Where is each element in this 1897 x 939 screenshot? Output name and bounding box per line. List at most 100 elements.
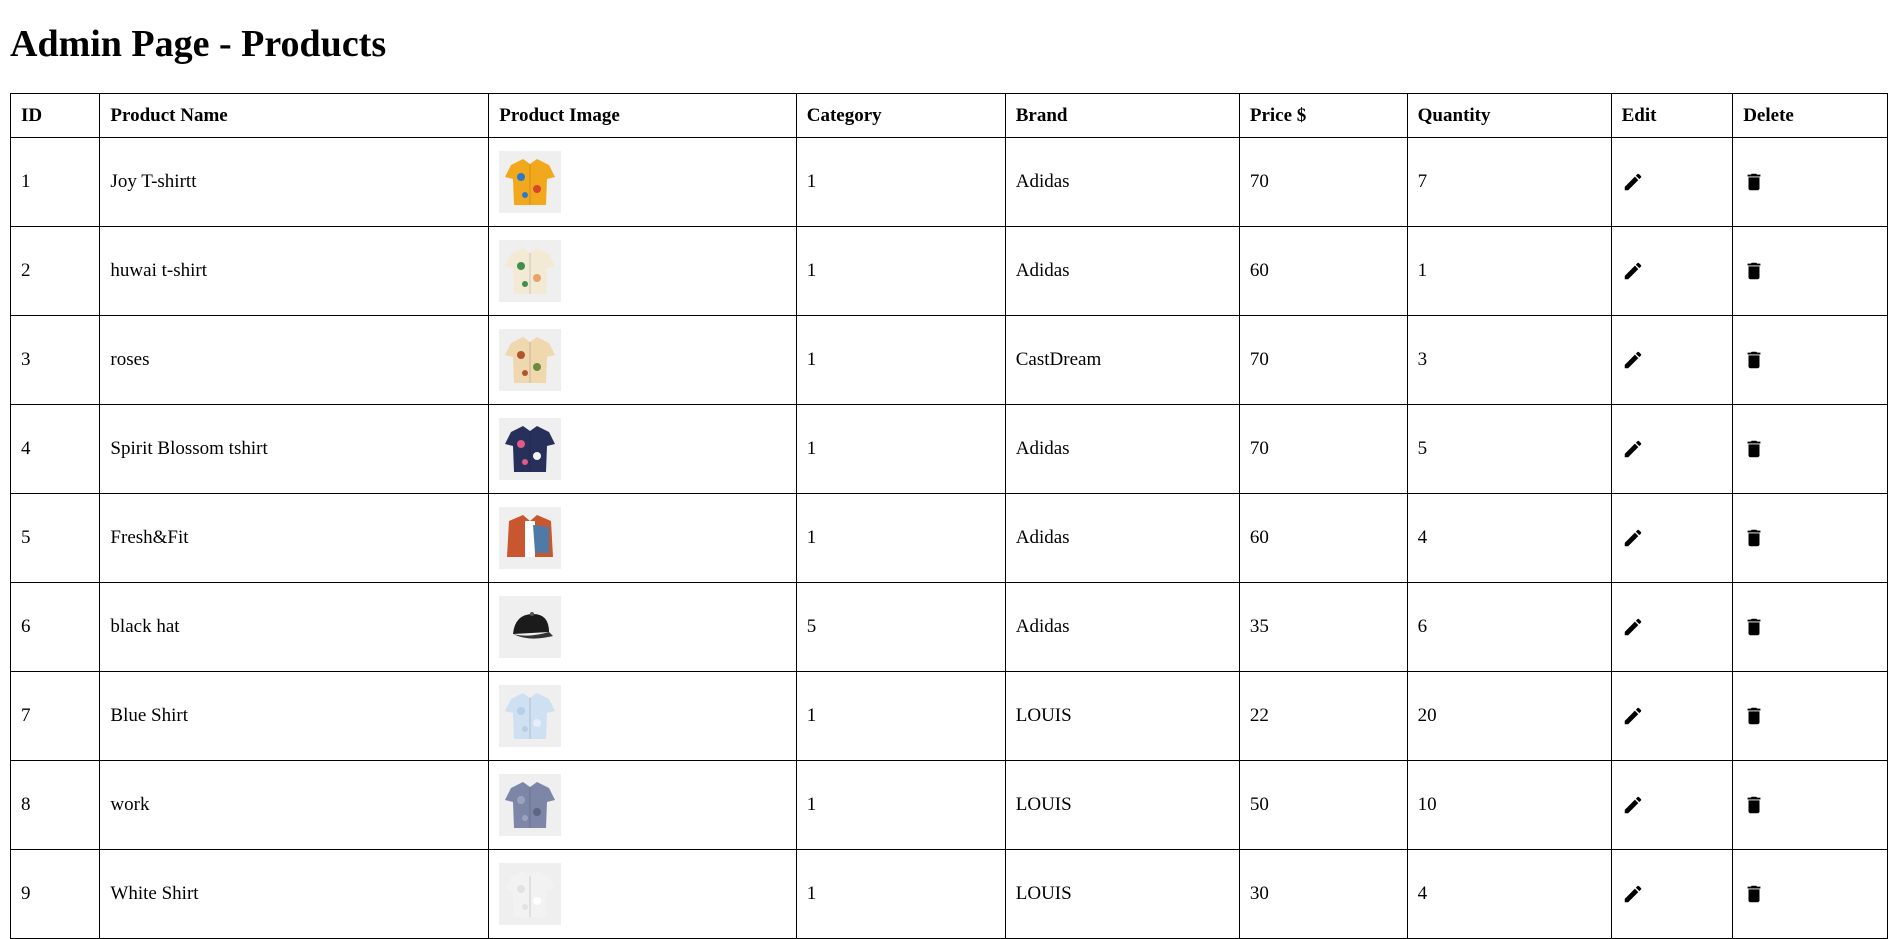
table-header-row: ID Product Name Product Image Category B… <box>9 93 1888 138</box>
cell-edit <box>1610 849 1734 939</box>
cell-brand: LOUIS <box>1004 671 1240 761</box>
product-thumbnail <box>499 418 562 480</box>
cell-edit <box>1610 137 1734 227</box>
trash-icon[interactable] <box>1743 705 1765 727</box>
product-thumbnail <box>499 774 562 836</box>
cell-product-image <box>488 760 797 850</box>
table-row: 8 work 1 LOUIS 50 10 <box>9 760 1888 850</box>
cell-quantity: 7 <box>1406 137 1612 227</box>
cell-delete <box>1732 671 1888 761</box>
cell-edit <box>1610 404 1734 494</box>
cell-product-image <box>488 849 797 939</box>
products-table: ID Product Name Product Image Category B… <box>9 93 1888 939</box>
cell-quantity: 3 <box>1406 315 1612 405</box>
cell-delete <box>1732 760 1888 850</box>
table-row: 7 Blue Shirt 1 LOUIS 22 20 <box>9 671 1888 761</box>
cell-category: 1 <box>795 137 1006 227</box>
cell-price: 50 <box>1238 760 1408 850</box>
cell-product-image <box>488 315 797 405</box>
header-delete: Delete <box>1732 93 1888 138</box>
header-brand: Brand <box>1004 93 1240 138</box>
cell-delete <box>1732 226 1888 316</box>
cell-category: 1 <box>795 493 1006 583</box>
cell-category: 1 <box>795 849 1006 939</box>
trash-icon[interactable] <box>1743 260 1765 282</box>
cell-product-name: huwai t-shirt <box>99 226 490 316</box>
cell-brand: Adidas <box>1004 404 1240 494</box>
cell-delete <box>1732 137 1888 227</box>
pencil-icon[interactable] <box>1622 349 1644 371</box>
cell-quantity: 4 <box>1406 493 1612 583</box>
cell-delete <box>1732 582 1888 672</box>
cell-brand: LOUIS <box>1004 849 1240 939</box>
cell-brand: Adidas <box>1004 226 1240 316</box>
cell-brand: Adidas <box>1004 137 1240 227</box>
header-quantity: Quantity <box>1406 93 1612 138</box>
cell-product-image <box>488 226 797 316</box>
cell-delete <box>1732 493 1888 583</box>
table-row: 4 Spirit Blossom tshirt 1 Adidas 70 5 <box>9 404 1888 494</box>
cell-id: 6 <box>9 582 101 672</box>
product-thumbnail <box>499 685 562 747</box>
cell-edit <box>1610 226 1734 316</box>
cell-id: 3 <box>9 315 101 405</box>
cell-quantity: 6 <box>1406 582 1612 672</box>
cell-edit <box>1610 493 1734 583</box>
cell-price: 35 <box>1238 582 1408 672</box>
cell-product-name: Blue Shirt <box>99 671 490 761</box>
product-thumbnail <box>499 151 562 213</box>
cell-delete <box>1732 315 1888 405</box>
cell-brand: CastDream <box>1004 315 1240 405</box>
cell-price: 60 <box>1238 493 1408 583</box>
cell-brand: LOUIS <box>1004 760 1240 850</box>
cell-product-image <box>488 671 797 761</box>
trash-icon[interactable] <box>1743 527 1765 549</box>
header-id: ID <box>9 93 101 138</box>
cell-category: 5 <box>795 582 1006 672</box>
cell-product-image <box>488 493 797 583</box>
pencil-icon[interactable] <box>1622 438 1644 460</box>
pencil-icon[interactable] <box>1622 883 1644 905</box>
trash-icon[interactable] <box>1743 883 1765 905</box>
cell-edit <box>1610 582 1734 672</box>
header-product-image: Product Image <box>488 93 797 138</box>
table-row: 2 huwai t-shirt 1 Adidas 60 1 <box>9 226 1888 316</box>
cell-quantity: 1 <box>1406 226 1612 316</box>
pencil-icon[interactable] <box>1622 260 1644 282</box>
cell-category: 1 <box>795 226 1006 316</box>
cell-delete <box>1732 404 1888 494</box>
cell-product-name: Fresh&Fit <box>99 493 490 583</box>
cell-edit <box>1610 315 1734 405</box>
pencil-icon[interactable] <box>1622 705 1644 727</box>
pencil-icon[interactable] <box>1622 794 1644 816</box>
cell-quantity: 20 <box>1406 671 1612 761</box>
cell-category: 1 <box>795 315 1006 405</box>
product-thumbnail <box>499 240 562 302</box>
trash-icon[interactable] <box>1743 349 1765 371</box>
cell-id: 7 <box>9 671 101 761</box>
cell-price: 30 <box>1238 849 1408 939</box>
product-thumbnail <box>499 596 562 658</box>
cell-delete <box>1732 849 1888 939</box>
cell-quantity: 4 <box>1406 849 1612 939</box>
cell-brand: Adidas <box>1004 493 1240 583</box>
trash-icon[interactable] <box>1743 171 1765 193</box>
pencil-icon[interactable] <box>1622 616 1644 638</box>
page-title: Admin Page - Products <box>10 23 387 65</box>
cell-price: 60 <box>1238 226 1408 316</box>
cell-price: 22 <box>1238 671 1408 761</box>
pencil-icon[interactable] <box>1622 171 1644 193</box>
cell-product-name: work <box>99 760 490 850</box>
trash-icon[interactable] <box>1743 616 1765 638</box>
pencil-icon[interactable] <box>1622 527 1644 549</box>
table-row: 5 Fresh&Fit 1 Adidas 60 4 <box>9 493 1888 583</box>
cell-quantity: 5 <box>1406 404 1612 494</box>
cell-id: 1 <box>9 137 101 227</box>
cell-quantity: 10 <box>1406 760 1612 850</box>
trash-icon[interactable] <box>1743 438 1765 460</box>
cell-category: 1 <box>795 671 1006 761</box>
trash-icon[interactable] <box>1743 794 1765 816</box>
cell-price: 70 <box>1238 137 1408 227</box>
cell-product-name: black hat <box>99 582 490 672</box>
cell-edit <box>1610 760 1734 850</box>
